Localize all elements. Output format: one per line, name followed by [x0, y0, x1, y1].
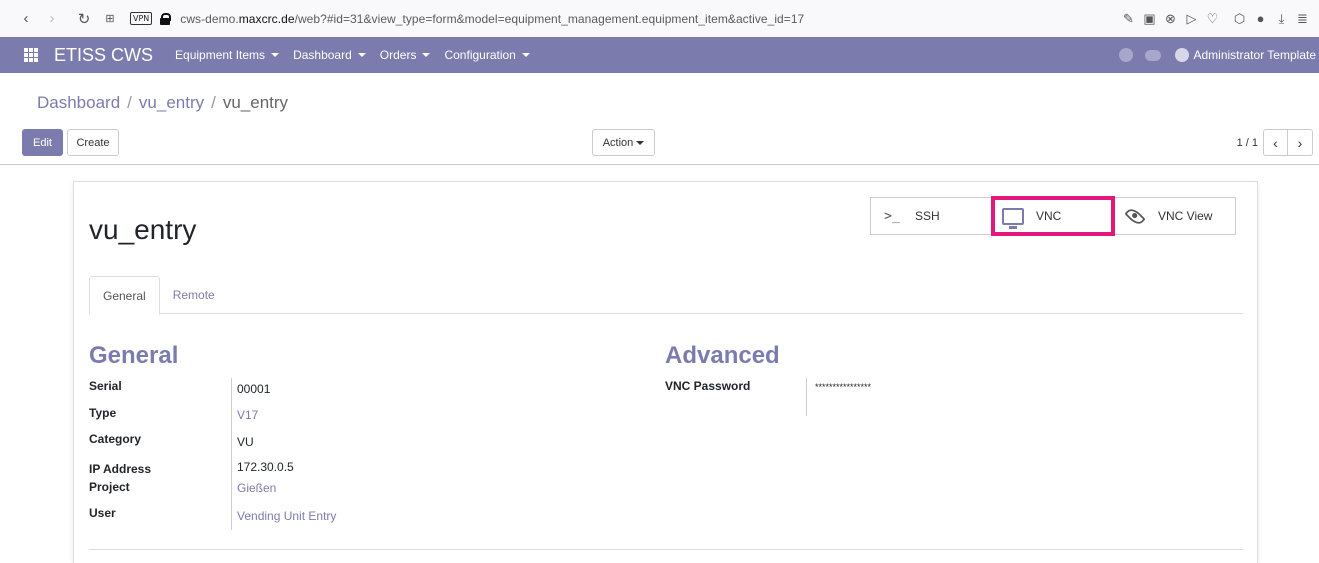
terminal-icon: >_ [884, 208, 900, 224]
vnc-password-value: **************** [815, 382, 872, 392]
vnc-view-label: VNC View [1158, 209, 1213, 223]
monitor-icon [1000, 207, 1026, 229]
ssh-button[interactable]: >_ SSH [870, 197, 992, 235]
breadcrumb-vu-entry[interactable]: vu_entry [139, 93, 204, 113]
edit-icon[interactable]: ✎ [1118, 8, 1139, 29]
main-menu: Equipment Items Dashboard Orders Configu… [175, 48, 530, 62]
tab-general[interactable]: General [89, 276, 160, 315]
vpn-badge[interactable]: VPN [130, 12, 153, 25]
address-bar[interactable]: VPN cws-demo.maxcrc.de/web?#id=31&view_t… [130, 12, 804, 26]
tab-remote[interactable]: Remote [160, 276, 228, 314]
menu-label: Orders [379, 48, 417, 62]
control-panel: Dashboard / vu_entry / vu_entry Edit Cre… [0, 73, 1319, 165]
vnc-button[interactable]: VNC [991, 196, 1115, 236]
record-title: vu_entry [89, 214, 197, 245]
caret-down-icon [422, 53, 431, 57]
general-group-title: General [89, 342, 179, 369]
vnc-view-button[interactable]: VNC View [1114, 197, 1236, 235]
cube-icon[interactable]: ⬡ [1229, 8, 1250, 29]
url-prefix: cws-demo. [180, 11, 239, 26]
ip-address-value: 172.30.0.5 [237, 460, 294, 474]
menu-configuration[interactable]: Configuration [444, 48, 530, 62]
caret-down-icon [521, 53, 530, 57]
user-label: User [89, 506, 116, 520]
category-label: Category [89, 432, 142, 446]
avatar[interactable] [1174, 48, 1189, 62]
menu-equipment-items[interactable]: Equipment Items [175, 48, 280, 62]
breadcrumb: Dashboard / vu_entry / vu_entry [37, 93, 288, 113]
breadcrumb-current: vu_entry [222, 93, 289, 112]
speed-dial-icon[interactable]: ⊞ [100, 9, 120, 29]
action-label: Action [602, 136, 634, 149]
menu-label: Dashboard [293, 48, 352, 62]
previous-record-button[interactable]: ‹ [1263, 129, 1288, 156]
smart-button-box: >_ SSH VNC VNC View [870, 196, 1236, 236]
vnc-label: VNC [1036, 209, 1062, 223]
ssh-label: SSH [915, 209, 940, 223]
vnc-password-label: VNC Password [665, 379, 751, 393]
project-label: Project [89, 480, 130, 494]
field-divider [231, 378, 232, 530]
block-icon[interactable]: ⊗ [1160, 8, 1181, 29]
category-value: VU [237, 435, 254, 449]
download-icon[interactable]: ⤓ [1271, 8, 1292, 29]
main-navbar: ETISS CWS Equipment Items Dashboard Orde… [0, 37, 1319, 73]
serial-value: 00001 [237, 382, 271, 396]
edit-button[interactable]: Edit [22, 129, 63, 156]
caret-down-icon [636, 140, 645, 145]
lock-icon[interactable] [160, 13, 172, 25]
menu-label: Configuration [444, 48, 516, 62]
caret-down-icon [271, 53, 280, 57]
navbar-right: Administrator Template [1118, 37, 1319, 73]
next-record-button[interactable]: › [1288, 129, 1313, 156]
breadcrumb-separator: / [211, 93, 216, 112]
breadcrumb-dashboard[interactable]: Dashboard [37, 93, 120, 113]
type-label: Type [89, 406, 117, 420]
url-domain: maxcrc.de [238, 11, 295, 26]
section-divider [89, 549, 1243, 550]
apps-grid-icon[interactable] [24, 48, 38, 62]
url-rest: /web?#id=31&view_type=form&model=equipme… [294, 11, 805, 26]
caret-down-icon [357, 53, 366, 57]
url-text[interactable]: cws-demo.maxcrc.de/web?#id=31&view_type=… [180, 12, 804, 26]
breadcrumb-separator: / [127, 93, 132, 112]
field-divider [806, 378, 807, 416]
activity-icon[interactable] [1118, 48, 1133, 62]
user-link[interactable]: Vending Unit Entry [237, 509, 336, 523]
browser-extension-icons: ✎ ▣ ⊗ ▷ ♡ ⬡ ● ⤓ ≣ [1118, 0, 1313, 37]
play-icon[interactable]: ▷ [1181, 8, 1202, 29]
advanced-group-title: Advanced [665, 342, 780, 369]
create-button[interactable]: Create [67, 129, 119, 156]
form-tabs: General Remote [89, 276, 1243, 315]
menu-icon[interactable]: ≣ [1292, 8, 1313, 29]
camera-icon[interactable]: ▣ [1139, 8, 1160, 29]
menu-label: Equipment Items [175, 48, 266, 62]
menu-orders[interactable]: Orders [380, 48, 431, 62]
serial-label: Serial [89, 379, 122, 393]
user-menu[interactable]: Administrator Template [1194, 48, 1317, 62]
chat-icon[interactable] [1144, 49, 1161, 61]
profile-icon[interactable]: ● [1250, 8, 1271, 29]
eye-icon [1122, 205, 1148, 227]
ip-address-label: IP Address [89, 462, 152, 476]
heart-icon[interactable]: ♡ [1202, 8, 1223, 29]
brand-name[interactable]: ETISS CWS [54, 45, 153, 66]
browser-toolbar: ‹ › ↻ ⊞ VPN cws-demo.maxcrc.de/web?#id=3… [0, 0, 1319, 37]
back-icon[interactable]: ‹ [16, 9, 36, 29]
menu-dashboard[interactable]: Dashboard [293, 48, 366, 62]
action-dropdown[interactable]: Action [592, 129, 655, 156]
forward-icon[interactable]: › [42, 9, 62, 29]
type-link[interactable]: V17 [237, 408, 258, 422]
form-sheet: vu_entry >_ SSH VNC VNC View General Rem… [73, 181, 1258, 563]
reload-icon[interactable]: ↻ [74, 9, 94, 29]
project-link[interactable]: Gießen [237, 481, 276, 495]
pager: 1 / 1 ‹ › [1237, 129, 1313, 156]
pager-value[interactable]: 1 / 1 [1237, 137, 1258, 149]
